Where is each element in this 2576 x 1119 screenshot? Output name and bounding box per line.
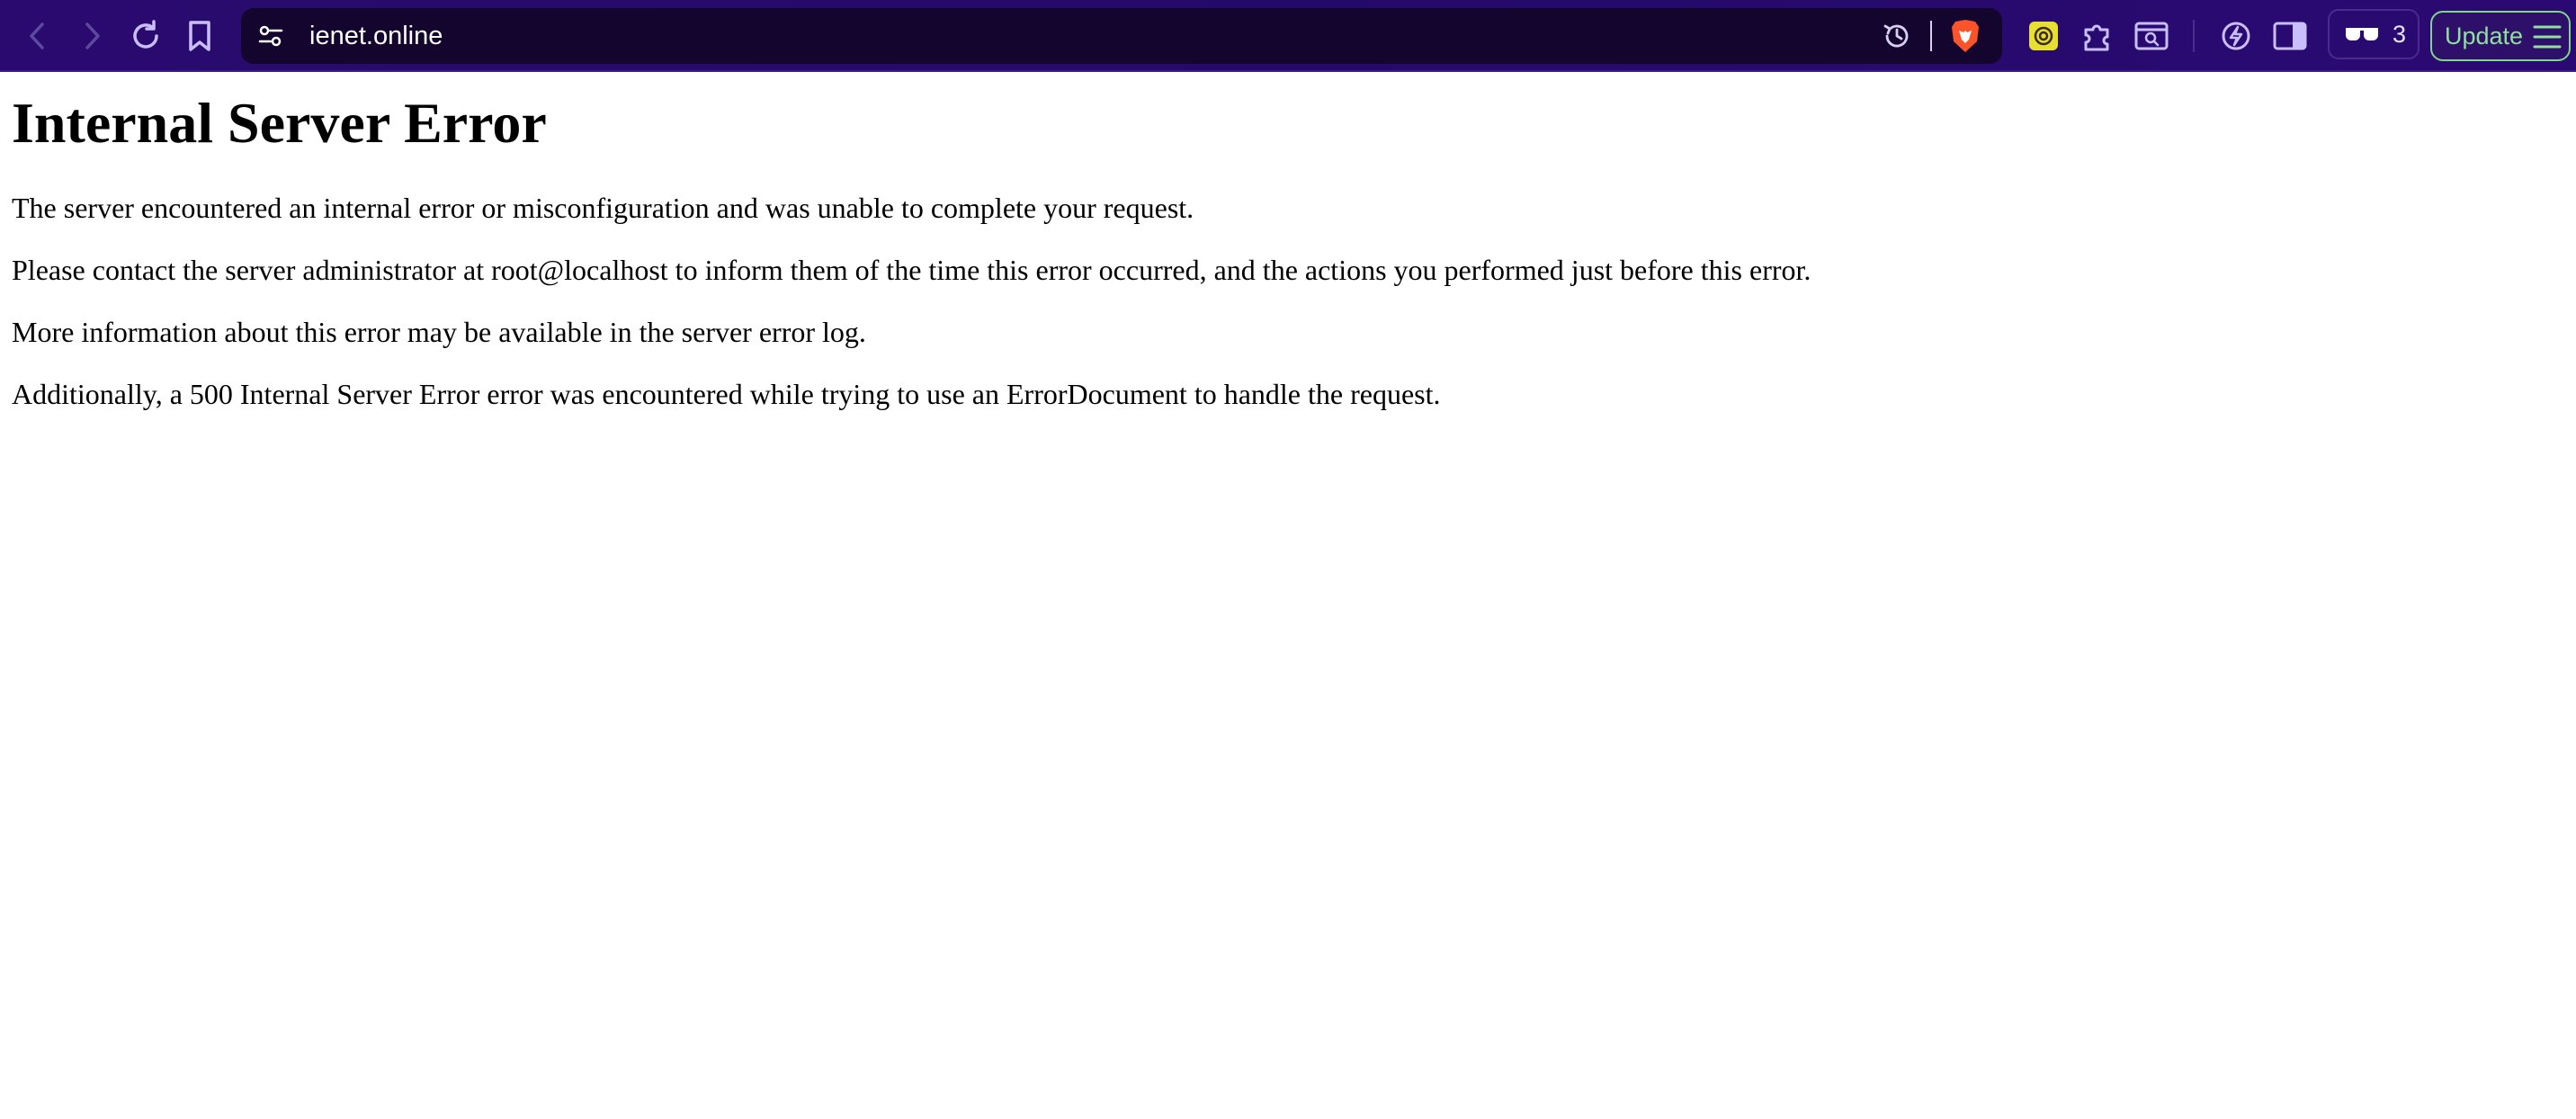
bookmark-icon: [189, 21, 210, 51]
forward-button[interactable]: [70, 14, 113, 58]
url-text[interactable]: ienet.online: [309, 8, 443, 64]
toolbar-divider: [2193, 20, 2195, 52]
site-settings-button[interactable]: [255, 21, 286, 51]
hamburger-icon: [2533, 25, 2562, 49]
address-bar[interactable]: ienet.online: [241, 8, 2002, 64]
sidebar-icon: [2273, 22, 2307, 50]
screenshot-button[interactable]: [2130, 14, 2173, 58]
wallet-button[interactable]: [2022, 14, 2065, 58]
reload-button[interactable]: [124, 14, 167, 58]
brave-lion-icon: [1952, 20, 1979, 52]
error-paragraph: Additionally, a 500 Internal Server Erro…: [12, 378, 1441, 410]
error-paragraph: Please contact the server administrator …: [12, 254, 1811, 286]
puzzle-icon: [2084, 24, 2109, 51]
browser-toolbar: ienet.online 3 Update: [0, 0, 2576, 72]
error-paragraph: More information about this error may be…: [12, 316, 866, 348]
leo-ai-icon: [2222, 22, 2250, 50]
page-title: Internal Server Error: [12, 91, 547, 155]
error-paragraph: The server encountered an internal error…: [12, 192, 1194, 224]
extensions-button[interactable]: [2076, 14, 2119, 58]
brave-shields-button[interactable]: [1946, 17, 1984, 55]
back-button[interactable]: [16, 14, 59, 58]
reload-icon: [133, 20, 158, 49]
chevron-left-icon: [30, 22, 44, 49]
update-label: Update: [2445, 22, 2524, 49]
sidebar-button[interactable]: [2268, 14, 2312, 58]
wallet-icon: [2029, 22, 2058, 50]
update-menu-button[interactable]: Update: [2430, 11, 2571, 61]
chevron-right-icon: [85, 22, 100, 49]
history-clock-icon: [1883, 24, 1909, 48]
bookmark-button[interactable]: [178, 14, 221, 58]
glasses-icon: [2346, 28, 2378, 40]
reader-mode-button[interactable]: 3: [2328, 9, 2419, 59]
tune-icon: [258, 25, 283, 47]
history-button[interactable]: [1880, 19, 1914, 53]
reader-count: 3: [2393, 21, 2407, 48]
screenshot-search-icon: [2134, 22, 2169, 50]
leo-button[interactable]: [2214, 14, 2258, 58]
urlbar-divider: [1930, 21, 1932, 51]
page-content: Internal Server Error The server encount…: [12, 72, 2557, 410]
